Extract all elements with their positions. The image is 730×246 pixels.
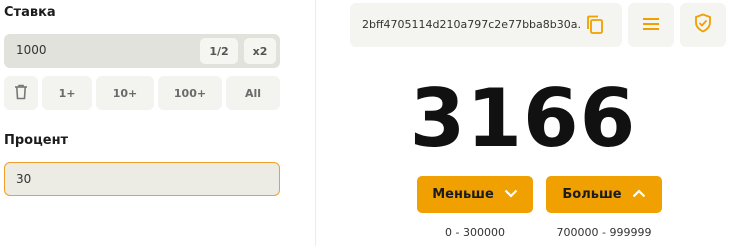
add-1-button[interactable]: 1+ (42, 76, 92, 110)
chevron-down-icon (504, 187, 518, 202)
percent-label: Процент (4, 133, 69, 148)
all-in-button[interactable]: All (226, 76, 280, 110)
clear-stake-button[interactable] (4, 76, 38, 110)
bet-more-label: Больше (562, 187, 622, 202)
bet-more-button[interactable]: Больше (546, 176, 662, 213)
hash-text: 2bff4705114d210a797c2e77bba8b30a... (362, 18, 580, 31)
bet-less-button[interactable]: Меньше (417, 176, 533, 213)
percent-value: 30 (16, 172, 32, 186)
bet-less-label: Меньше (432, 187, 494, 202)
hash-field: 2bff4705114d210a797c2e77bba8b30a... (350, 3, 622, 47)
more-range: 700000 - 999999 (556, 226, 652, 239)
add-10-button[interactable]: 10+ (96, 76, 154, 110)
bet-settings-panel: Ставка 1000 1/2 x2 1+ 10+ 100+ All Проце… (0, 0, 296, 246)
shield-check-icon (694, 13, 712, 37)
menu-icon (642, 16, 660, 35)
fairness-button[interactable] (680, 3, 726, 47)
percent-input[interactable]: 30 (4, 162, 280, 196)
double-stake-button[interactable]: x2 (244, 38, 276, 64)
roll-result: 3166 (409, 72, 637, 165)
copy-icon[interactable] (586, 15, 604, 39)
less-range: 0 - 300000 (445, 226, 505, 239)
stake-label: Ставка (4, 5, 56, 20)
add-100-button[interactable]: 100+ (158, 76, 222, 110)
trash-icon (14, 84, 28, 103)
game-panel: 2bff4705114d210a797c2e77bba8b30a... 3166 (316, 0, 730, 246)
menu-button[interactable] (628, 3, 674, 47)
half-stake-button[interactable]: 1/2 (200, 38, 238, 64)
stake-value: 1000 (16, 43, 47, 57)
chevron-up-icon (632, 187, 646, 202)
stake-input[interactable]: 1000 1/2 x2 (4, 34, 280, 68)
